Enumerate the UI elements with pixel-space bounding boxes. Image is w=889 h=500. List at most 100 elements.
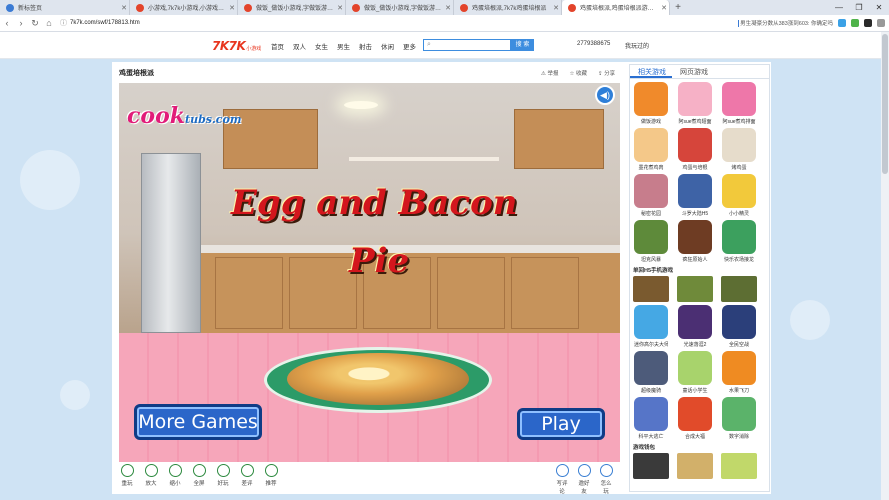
scroll-thumb[interactable]: [882, 34, 888, 174]
tool-label: 好玩: [217, 481, 229, 487]
sidebar-tab[interactable]: 网页游戏: [672, 65, 714, 78]
tool-help[interactable]: 怎么玩: [598, 464, 614, 495]
new-tab-button[interactable]: +: [670, 0, 686, 15]
strip-thumbnail[interactable]: [677, 453, 713, 479]
game-thumb[interactable]: 秘密花园: [634, 174, 668, 217]
game-thumb[interactable]: 光速落涯2: [678, 305, 712, 348]
strip-thumbnail[interactable]: [633, 276, 669, 302]
game-action-2[interactable]: ⇪ 分享: [598, 69, 615, 77]
close-window-icon[interactable]: ✕: [869, 0, 889, 15]
site-logo[interactable]: 7K7K 小游戏: [212, 39, 261, 53]
more-games-button[interactable]: More Games: [134, 404, 262, 440]
browser-tab[interactable]: 做饭_做饭小游戏,字做饭游戏大全✕: [238, 0, 346, 15]
close-icon[interactable]: ✕: [119, 4, 129, 12]
nav-item[interactable]: 射击: [359, 41, 372, 51]
play-button[interactable]: Play: [517, 408, 605, 440]
nav-item[interactable]: 双人: [293, 41, 306, 51]
minimize-icon[interactable]: —: [829, 0, 849, 15]
sound-icon[interactable]: ◀): [595, 85, 615, 105]
game-action-0[interactable]: ⚠ 举报: [541, 69, 558, 77]
extension-icon[interactable]: [838, 19, 846, 27]
browser-tab[interactable]: 小游戏,7k7k小游戏,小游戏大全 ✕: [130, 0, 238, 15]
browser-tab[interactable]: 做饭_做饭小游戏,字做饭游戏大全✕: [346, 0, 454, 15]
nav-item[interactable]: 更多: [403, 41, 416, 51]
nav-item[interactable]: 女生: [315, 41, 328, 51]
replay-icon: [120, 464, 134, 477]
reload-icon[interactable]: ↻: [28, 18, 42, 29]
browser-tab[interactable]: 鸡蛋培根派,7k7k鸡蛋培根派 ✕: [454, 0, 562, 15]
game-thumb[interactable]: 超级魔骑: [634, 351, 668, 394]
nav-item[interactable]: 男生: [337, 41, 350, 51]
restore-icon[interactable]: ❐: [849, 0, 869, 15]
plugin-icon[interactable]: [864, 19, 872, 27]
close-icon[interactable]: ✕: [443, 4, 453, 12]
tool-zoom-in[interactable]: 放大: [143, 464, 159, 487]
close-icon[interactable]: ✕: [659, 4, 669, 12]
home-icon[interactable]: ⌂: [42, 18, 56, 28]
tool-dislike[interactable]: 差评: [239, 464, 255, 487]
game-frame[interactable]: cooktubs.com ◀) Egg and Bacon Pie More G…: [119, 83, 620, 462]
browser-toolbar: ‹ › ↻ ⌂ ⓘ 7k7k.com/swf/178813.htm 男生凝豪分数…: [0, 15, 889, 32]
game-thumb[interactable]: 阿sue煮鸡翅面: [678, 82, 712, 125]
page-scrollbar[interactable]: [881, 32, 889, 500]
game-thumb[interactable]: 鸡蛋与培根: [678, 128, 712, 171]
strip-thumbnail[interactable]: [677, 276, 713, 302]
background-bubble: [60, 380, 90, 410]
news-ticker[interactable]: 男生凝豪分数从383涨到603: 你确定吗: [738, 18, 833, 28]
search-input[interactable]: ⌕: [423, 39, 511, 51]
game-thumb[interactable]: 童话小学生: [678, 351, 712, 394]
game-thumb[interactable]: 全民空战: [722, 305, 756, 348]
close-icon[interactable]: ✕: [551, 4, 561, 12]
browser-tab[interactable]: 新标签页 ✕: [0, 0, 130, 15]
close-icon[interactable]: ✕: [335, 4, 345, 12]
game-thumb[interactable]: 合成大福: [678, 397, 712, 440]
game-thumb[interactable]: 快乐农场接龙: [722, 220, 756, 263]
game-thumb[interactable]: 迷你高尔夫大师: [634, 305, 668, 348]
game-thumb[interactable]: 墨花煮鸡肉: [634, 128, 668, 171]
tool-replay[interactable]: 重玩: [119, 464, 135, 487]
search-icon: ⌕: [427, 41, 431, 48]
game-thumb[interactable]: 小小精灵: [722, 174, 756, 217]
lower-cabinet: [201, 253, 620, 333]
game-thumb[interactable]: 科平大逃亡: [634, 397, 668, 440]
strip-thumbnail[interactable]: [633, 453, 669, 479]
tool-invite[interactable]: 邀好友: [576, 464, 592, 495]
game-thumb[interactable]: 烤鸡蛋: [722, 128, 756, 171]
back-icon[interactable]: ‹: [0, 18, 14, 28]
game-thumb[interactable]: 疯狂原始人: [678, 220, 712, 263]
tool-zoom-out[interactable]: 缩小: [167, 464, 183, 487]
game-thumb[interactable]: 做饭游戏: [634, 82, 668, 125]
search-button[interactable]: 搜 索: [511, 39, 534, 51]
history-link[interactable]: 我玩过的: [625, 41, 649, 50]
forward-icon[interactable]: ›: [14, 18, 28, 28]
game-label: 快乐农场接龙: [723, 257, 754, 263]
browser-tab[interactable]: 鸡蛋培根派,鸡蛋培根派游戏在线玩✕: [562, 0, 670, 15]
cooktubs-logo[interactable]: cooktubs.com: [127, 103, 241, 129]
game-thumb[interactable]: 阿sue煮鸡排面: [722, 82, 756, 125]
nav-item[interactable]: 休闲: [381, 41, 394, 51]
tool-comment[interactable]: 写评论: [554, 464, 570, 495]
sidebar-tab[interactable]: 相关游戏: [630, 65, 672, 78]
nav-item[interactable]: 首页: [271, 41, 284, 51]
game-title-line2: Pie: [349, 241, 410, 281]
tool-fullscreen[interactable]: 全屏: [191, 464, 207, 487]
game-thumb[interactable]: 斗罗大陆H5: [678, 174, 712, 217]
game-thumb[interactable]: 水果飞刀: [722, 351, 756, 394]
logo-text: 7K7K: [212, 39, 246, 53]
tool-like[interactable]: 好玩: [215, 464, 231, 487]
game-thumbnail: [634, 174, 668, 208]
game-thumbnail: [722, 305, 756, 339]
strip-thumbnail[interactable]: [721, 453, 757, 479]
address-bar[interactable]: ⓘ 7k7k.com/swf/178813.htm: [60, 17, 820, 29]
user-id[interactable]: 2779388675: [577, 41, 610, 47]
game-thumb[interactable]: 坦克风暴: [634, 220, 668, 263]
game-thumb[interactable]: 数字消除: [722, 397, 756, 440]
menu-icon[interactable]: [877, 19, 885, 27]
strip-thumbnail[interactable]: [721, 276, 757, 302]
download-icon[interactable]: [851, 19, 859, 27]
game-label: 墨花煮鸡肉: [638, 165, 664, 171]
game-thumbnail: [722, 174, 756, 208]
close-icon[interactable]: ✕: [227, 4, 237, 12]
tool-recommend[interactable]: 推荐: [263, 464, 279, 487]
game-action-1[interactable]: ☆ 收藏: [569, 69, 586, 77]
